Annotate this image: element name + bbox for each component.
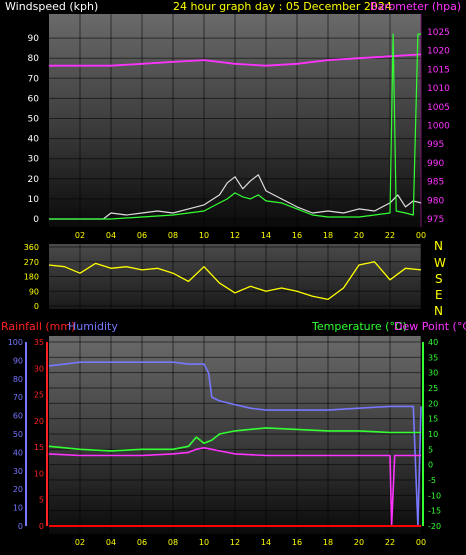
rainfall-tick-label: 25 [34,391,44,400]
weather-graph: Windspeed (kph) 24 hour graph day : 05 D… [1,0,466,547]
time-tick-label-top: 10 [199,231,209,240]
direction-letter-e: E [435,288,443,302]
time-tick-label-top: 08 [168,231,178,240]
time-tick-label-top: 18 [323,231,333,240]
time-tick-label-top: 02 [75,231,85,240]
time-tick-label-top: 20 [354,231,364,240]
time-tick-label-top: 12 [230,231,240,240]
time-tick-label-bottom: 02 [75,538,85,547]
time-tick-label-top: 04 [106,231,116,240]
humidity-tick-label: 100 [8,338,23,347]
time-tick-label-top: 16 [292,231,302,240]
windspeed-tick-label: 20 [28,175,40,185]
humidity-tick-label: 60 [13,412,23,421]
temperature-tick-label: -20 [428,522,441,531]
barometer-tick-label: 975 [427,215,444,225]
humidity-tick-label: 10 [13,504,23,513]
windspeed-tick-label: 40 [28,135,40,145]
windspeed-axis-title: Windspeed (kph) [5,0,98,13]
humidity-tick-label: 0 [18,522,23,531]
direction-letter-s: S [435,272,443,286]
windspeed-tick-label: 60 [28,94,40,104]
time-tick-label-bottom: 04 [106,538,116,547]
barometer-axis-title: Barometer (hpa) [370,0,461,13]
temperature-tick-label: 35 [428,353,438,362]
windspeed-tick-label: 70 [28,74,40,84]
barometer-tick-label: 980 [427,196,444,206]
temperature-tick-label: 15 [428,415,438,424]
humidity-tick-label: 30 [13,467,23,476]
rainfall-tick-label: 0 [39,522,44,531]
windspeed-tick-label: 0 [33,215,39,225]
humidity-label: Humidity [68,320,118,333]
humidity-tick-label: 50 [13,430,23,439]
time-tick-label-bottom: 20 [354,538,364,547]
rainfall-label: Rainfall (mm) [1,320,75,333]
temperature-tick-label: 0 [428,461,433,470]
direction-tick-label: 270 [24,258,39,267]
rainfall-tick-label: 10 [34,469,44,478]
direction-tick-label: 180 [24,273,39,282]
chart-title: 24 hour graph day : 05 December 2024 [173,0,392,13]
time-tick-label-bottom: 00 [416,538,426,547]
temperature-tick-label: 30 [428,369,438,378]
rainfall-tick-label: 30 [34,364,44,373]
time-tick-label-bottom: 08 [168,538,178,547]
humidity-tick-label: 70 [13,393,23,402]
time-tick-label-top: 06 [137,231,147,240]
barometer-tick-label: 985 [427,178,444,188]
barometer-tick-label: 995 [427,140,444,150]
temperature-tick-label: -10 [428,491,441,500]
time-tick-label-top: 22 [385,231,395,240]
temperature-tick-label: -5 [428,476,436,485]
time-tick-label-top: 14 [261,231,271,240]
time-tick-label-bottom: 06 [137,538,147,547]
barometer-tick-label: 1005 [427,103,450,113]
rainfall-tick-label: 20 [34,417,44,426]
direction-tick-label: 0 [34,302,39,311]
humidity-tick-label: 40 [13,448,23,457]
temperature-label: Temperature (°C) [311,320,407,333]
rainfall-tick-label: 35 [34,338,44,347]
humidity-tick-label: 20 [13,485,23,494]
barometer-tick-label: 1025 [427,28,450,38]
temperature-tick-label: 25 [428,384,438,393]
temperature-tick-label: 40 [428,338,438,347]
direction-tick-label: 90 [29,287,39,296]
windspeed-tick-label: 90 [28,34,40,44]
time-tick-label-bottom: 14 [261,538,271,547]
time-tick-label-bottom: 18 [323,538,333,547]
rainfall-tick-label: 5 [39,496,44,505]
temperature-tick-label: 20 [428,399,438,408]
time-tick-label-bottom: 16 [292,538,302,547]
humidity-tick-label: 80 [13,375,23,384]
windspeed-tick-label: 10 [28,195,40,205]
barometer-tick-label: 990 [427,159,444,169]
rainfall-tick-label: 15 [34,443,44,452]
temperature-tick-label: -15 [428,507,441,516]
time-tick-label-bottom: 10 [199,538,209,547]
barometer-tick-label: 1015 [427,65,450,75]
direction-tick-label: 360 [24,243,39,252]
time-tick-label-bottom: 22 [385,538,395,547]
direction-letter-n-top: N [434,239,443,253]
dewpoint-label: Dew Point (°C) [394,320,466,333]
direction-letter-n-bottom: N [434,304,443,318]
barometer-tick-label: 1000 [427,122,450,132]
temperature-tick-label: 10 [428,430,438,439]
direction-letter-w: W [434,256,446,270]
windspeed-tick-label: 50 [28,115,40,125]
windspeed-tick-label: 30 [28,155,40,165]
humidity-tick-label: 90 [13,356,23,365]
time-tick-label-bottom: 12 [230,538,240,547]
time-tick-label-top: 00 [416,231,426,240]
barometer-tick-label: 1020 [427,47,450,57]
temperature-tick-label: 5 [428,445,433,454]
windspeed-tick-label: 80 [28,54,40,64]
barometer-tick-label: 1010 [427,84,450,94]
